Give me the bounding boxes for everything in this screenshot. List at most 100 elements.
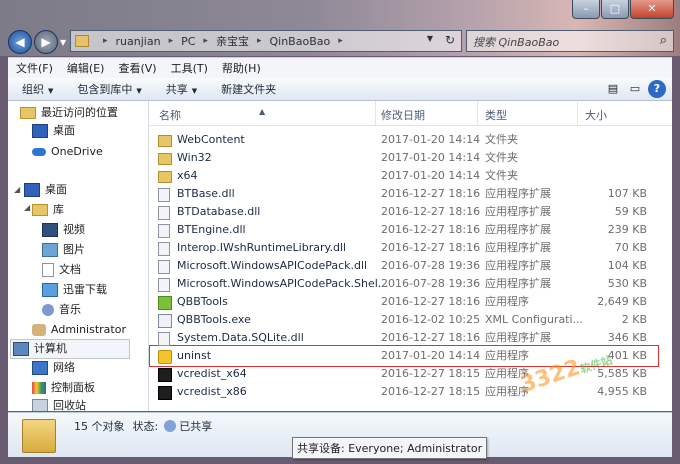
help-icon[interactable]: ? bbox=[648, 80, 666, 98]
file-row[interactable]: QBBTools.exe 2016-12-02 10:25 XML Configur… bbox=[157, 311, 657, 329]
forward-arrow-icon[interactable]: ▶ bbox=[34, 30, 58, 54]
sidebar-label: 控制面板 bbox=[51, 381, 95, 394]
sidebar-item-computer[interactable]: 计算机 bbox=[10, 339, 130, 359]
file-date: 2016-12-27 18:16 bbox=[381, 295, 481, 308]
file-row[interactable]: BTBase.dll 2016-12-27 18:16 应用程序扩展 107 KB bbox=[157, 185, 657, 203]
share-label: 共享 bbox=[165, 83, 188, 96]
file-date: 2016-12-27 18:16 bbox=[381, 241, 481, 254]
file-date: 2016-07-28 19:36 bbox=[381, 277, 481, 290]
column-divider[interactable] bbox=[375, 101, 376, 125]
file-row[interactable]: BTEngine.dll 2016-12-27 18:16 应用程序扩展 239 KB bbox=[157, 221, 657, 239]
column-type[interactable]: 类型 bbox=[485, 107, 507, 123]
sidebar-item-desktop-fav[interactable]: 桌面 bbox=[32, 122, 75, 140]
collapse-triangle-icon[interactable]: ◢ bbox=[14, 185, 20, 194]
column-divider[interactable] bbox=[477, 101, 478, 125]
sidebar-label: OneDrive bbox=[51, 145, 103, 158]
file-row[interactable]: Interop.IWshRuntimeLibrary.dll 2016-12-27… bbox=[157, 239, 657, 257]
folder-icon bbox=[75, 35, 89, 47]
sidebar-item-libraries[interactable]: 库 bbox=[32, 201, 64, 219]
sidebar-item-pictures[interactable]: 图片 bbox=[42, 241, 85, 259]
minimize-button[interactable]: – bbox=[572, 0, 600, 19]
file-type: 文件夹 bbox=[485, 151, 518, 164]
file-row-uninst[interactable]: uninst 2017-01-20 14:14 应用程序 401 KB bbox=[157, 347, 657, 365]
breadcrumb-item[interactable]: PC bbox=[181, 35, 195, 48]
file-size: 59 KB bbox=[614, 205, 647, 218]
file-name: Win32 bbox=[177, 151, 212, 164]
installer-icon bbox=[158, 368, 172, 382]
sidebar-item-control-panel[interactable]: 控制面板 bbox=[32, 379, 95, 397]
sidebar-item-videos[interactable]: 视频 bbox=[42, 221, 85, 239]
column-divider[interactable] bbox=[577, 101, 578, 125]
sidebar-item-music[interactable]: 音乐 bbox=[42, 301, 81, 319]
folder-icon bbox=[158, 135, 172, 147]
file-size: 239 KB bbox=[607, 223, 647, 236]
music-icon bbox=[42, 304, 54, 316]
file-row[interactable]: x64 2017-01-20 14:14 文件夹 bbox=[157, 167, 657, 185]
sidebar-item-desktop[interactable]: 桌面 bbox=[24, 181, 67, 199]
breadcrumb-item[interactable]: ruanjian bbox=[116, 35, 161, 48]
library-icon bbox=[32, 204, 48, 216]
close-button[interactable]: ✕ bbox=[630, 0, 674, 19]
column-date[interactable]: 修改日期 bbox=[381, 107, 425, 123]
new-folder-button[interactable]: 新建文件夹 bbox=[221, 81, 276, 97]
column-name[interactable]: 名称 bbox=[159, 107, 181, 123]
collapse-triangle-icon[interactable]: ◢ bbox=[24, 203, 30, 212]
file-row[interactable]: Microsoft.WindowsAPICodePack.dll 2016-07-… bbox=[157, 257, 657, 275]
sidebar-item-network[interactable]: 网络 bbox=[32, 359, 75, 377]
sidebar-label: 迅雷下载 bbox=[63, 283, 107, 296]
share-button[interactable]: 共享 ▼ bbox=[166, 81, 197, 97]
desktop-icon bbox=[32, 124, 48, 138]
dll-file-icon bbox=[158, 206, 170, 220]
search-box[interactable]: 搜索 QinBaoBao ⌕ bbox=[466, 30, 674, 52]
sidebar-item-recycle-bin[interactable]: 回收站 bbox=[32, 397, 86, 411]
column-size[interactable]: 大小 bbox=[585, 107, 607, 123]
file-date: 2016-12-27 18:16 bbox=[381, 205, 481, 218]
file-row[interactable]: QBBTools 2016-12-27 18:16 应用程序 2,649 KB bbox=[157, 293, 657, 311]
menu-help[interactable]: 帮助(H) bbox=[222, 60, 261, 76]
chevron-down-icon: ▼ bbox=[48, 87, 54, 95]
breadcrumb-item[interactable]: QinBaoBao bbox=[269, 35, 330, 48]
file-row[interactable]: Win32 2017-01-20 14:14 文件夹 bbox=[157, 149, 657, 167]
menu-view[interactable]: 查看(V) bbox=[118, 60, 156, 76]
back-arrow-icon[interactable]: ◀ bbox=[8, 30, 32, 54]
menu-tools[interactable]: 工具(T) bbox=[171, 60, 208, 76]
view-options-icon[interactable]: ▤ bbox=[604, 80, 622, 98]
sidebar-item-thunder[interactable]: 迅雷下载 bbox=[42, 281, 107, 299]
search-icon[interactable]: ⌕ bbox=[660, 33, 667, 48]
preview-pane-icon[interactable]: ▭ bbox=[626, 80, 644, 98]
window-controls: – □ ✕ bbox=[571, 0, 674, 19]
refresh-icon[interactable]: ↻ bbox=[445, 33, 455, 47]
share-tooltip: 共享设备: Everyone; Administrator bbox=[292, 437, 488, 459]
file-row[interactable]: System.Data.SQLite.dll 2016-12-27 18:16 应用… bbox=[157, 329, 657, 347]
file-row[interactable]: vcredist_x64 2016-12-27 18:15 应用程序 5,585 KB bbox=[157, 365, 657, 383]
sidebar-item-recent[interactable]: 最近访问的位置 bbox=[20, 104, 118, 122]
sidebar-label: 最近访问的位置 bbox=[41, 106, 118, 119]
sidebar-item-admin[interactable]: Administrator bbox=[32, 321, 126, 339]
folder-icon bbox=[158, 171, 172, 183]
file-row[interactable]: vcredist_x86 2016-12-27 18:15 应用程序 4,955 KB bbox=[157, 383, 657, 401]
include-library-button[interactable]: 包含到库中 ▼ bbox=[77, 81, 141, 97]
sidebar-item-onedrive[interactable]: OneDrive bbox=[32, 143, 103, 161]
file-type: 应用程序扩展 bbox=[485, 241, 551, 254]
organize-button[interactable]: 组织 ▼ bbox=[22, 81, 53, 97]
chevron-down-icon: ▼ bbox=[191, 87, 198, 95]
maximize-button[interactable]: □ bbox=[601, 0, 629, 19]
chevron-right-icon: ▸ bbox=[338, 36, 343, 46]
menu-file[interactable]: 文件(F) bbox=[16, 60, 53, 76]
history-dropdown-icon[interactable]: ▼ bbox=[60, 38, 66, 47]
folder-icon bbox=[158, 153, 172, 165]
file-row[interactable]: Microsoft.WindowsAPICodePack.Shel... 2016… bbox=[157, 275, 657, 293]
breadcrumb-item[interactable]: 亲宝宝 bbox=[216, 33, 249, 49]
file-row[interactable]: BTDatabase.dll 2016-12-27 18:16 应用程序扩展 59 K… bbox=[157, 203, 657, 221]
address-bar[interactable]: ▸ ruanjian ▸ PC ▸ 亲宝宝 ▸ QinBaoBao ▸ ▼ ↻ bbox=[70, 30, 462, 52]
sidebar-label: 计算机 bbox=[34, 342, 67, 355]
config-file-icon bbox=[158, 314, 172, 328]
sidebar-label: 图片 bbox=[63, 243, 85, 256]
file-row[interactable]: WebContent 2017-01-20 14:14 文件夹 bbox=[157, 131, 657, 149]
file-type: 应用程序 bbox=[485, 295, 529, 308]
menu-edit[interactable]: 编辑(E) bbox=[67, 60, 105, 76]
sidebar-item-documents[interactable]: 文档 bbox=[42, 261, 81, 279]
file-type: 文件夹 bbox=[485, 133, 518, 146]
search-placeholder[interactable]: 搜索 QinBaoBao bbox=[473, 34, 559, 50]
address-dropdown-icon[interactable]: ▼ bbox=[427, 34, 433, 43]
